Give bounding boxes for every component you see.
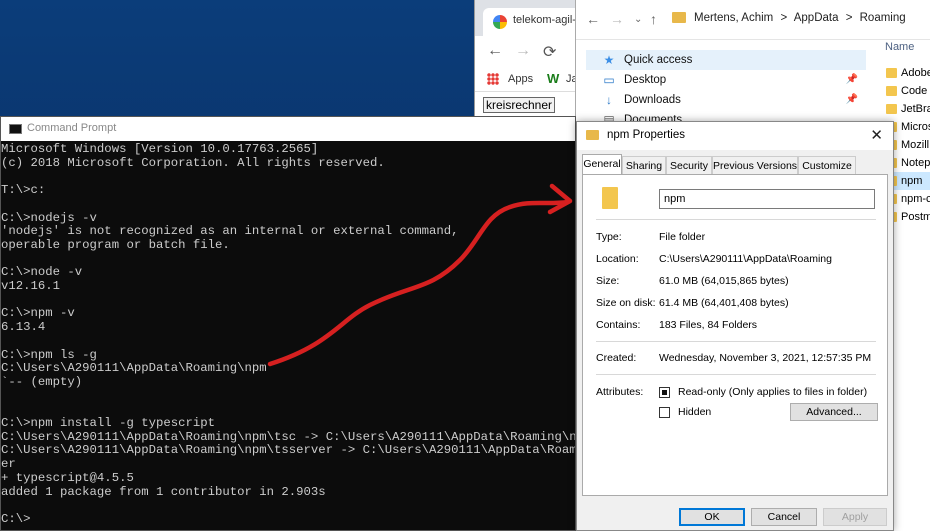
pin-icon[interactable]: 📌 xyxy=(846,94,858,105)
desktop-icon: ▭ xyxy=(603,73,615,87)
breadcrumb-sep: > xyxy=(780,12,788,24)
nav-item-label: Quick access xyxy=(624,54,693,66)
general-panel: npm Type: File folder Location: C:\Users… xyxy=(582,174,888,496)
readonly-checkbox[interactable] xyxy=(659,387,670,398)
reload-icon[interactable]: ⟳ xyxy=(543,42,556,62)
type-value: File folder xyxy=(659,231,706,243)
folder-icon xyxy=(586,130,599,140)
close-icon[interactable]: ✕ xyxy=(870,126,883,144)
up-icon[interactable]: ↑ xyxy=(650,11,657,27)
location-value: C:\Users\A290111\AppData\Roaming xyxy=(659,253,832,265)
divider xyxy=(596,219,876,220)
command-prompt-window: Command Prompt Microsoft Windows [Versio… xyxy=(0,116,576,531)
file-name: Postm xyxy=(901,211,930,223)
column-header-name[interactable]: Name xyxy=(885,41,914,53)
tab-customize[interactable]: Customize xyxy=(798,156,856,174)
breadcrumb-user[interactable]: Mertens, Achim xyxy=(694,12,773,24)
breadcrumb-appdata[interactable]: AppData xyxy=(794,12,839,24)
folder-name-field[interactable]: npm xyxy=(659,189,875,209)
browser-tab-title: telekom-agil- xyxy=(513,14,576,26)
breadcrumb-roaming[interactable]: Roaming xyxy=(860,12,906,24)
tab-security[interactable]: Security xyxy=(666,156,712,174)
readonly-label[interactable]: Read-only (Only applies to files in fold… xyxy=(678,386,867,398)
divider xyxy=(596,374,876,375)
folder-icon xyxy=(886,86,897,96)
address-bar: ← → ⌄ ↑ Mertens, Achim > AppData > Roami… xyxy=(576,0,930,40)
file-name: Adobe xyxy=(901,67,930,79)
nav-item-quick-access[interactable]: ★ Quick access xyxy=(586,50,866,70)
created-label: Created: xyxy=(596,352,637,364)
created-value: Wednesday, November 3, 2021, 12:57:35 PM xyxy=(659,352,872,364)
nav-item-desktop[interactable]: ▭ Desktop 📌 xyxy=(586,70,866,90)
file-row-code[interactable]: Code xyxy=(881,82,930,100)
breadcrumb[interactable]: Mertens, Achim > AppData > Roaming xyxy=(694,12,910,24)
cmd-output[interactable]: Microsoft Windows [Version 10.0.17763.25… xyxy=(1,141,575,527)
apply-button[interactable]: Apply xyxy=(823,508,887,526)
divider xyxy=(596,341,876,342)
attributes-label: Attributes: xyxy=(596,386,644,398)
nav-item-label: Downloads xyxy=(624,94,681,106)
download-icon: ↓ xyxy=(606,93,612,107)
cmd-titlebar[interactable]: Command Prompt xyxy=(1,117,575,141)
file-name: Notep xyxy=(901,157,930,169)
size-on-disk-label: Size on disk: xyxy=(596,297,656,309)
dialog-titlebar[interactable]: npm Properties ✕ xyxy=(577,122,893,150)
file-name: JetBrai xyxy=(901,103,930,115)
file-name: npm-c xyxy=(901,193,930,205)
size-on-disk-value: 61.4 MB (64,401,408 bytes) xyxy=(659,297,789,309)
cmd-title: Command Prompt xyxy=(27,122,117,134)
folder-icon xyxy=(602,187,618,209)
hidden-checkbox[interactable] xyxy=(659,407,670,418)
breadcrumb-sep: > xyxy=(845,12,853,24)
star-icon: ★ xyxy=(603,53,615,67)
ok-button[interactable]: OK xyxy=(679,508,745,526)
forward-icon[interactable]: → xyxy=(610,11,624,27)
page-text-kreisrechner[interactable]: kreisrechner xyxy=(483,97,556,113)
file-name: Micros xyxy=(901,121,930,133)
location-label: Location: xyxy=(596,253,639,265)
google-icon xyxy=(493,15,507,29)
back-icon[interactable]: ← xyxy=(586,11,600,27)
dialog-title: npm Properties xyxy=(607,129,685,141)
file-name: Mozill xyxy=(901,139,930,151)
cancel-button[interactable]: Cancel xyxy=(751,508,817,526)
apps-grid-icon[interactable] xyxy=(487,73,499,85)
bookmark-apps[interactable]: Apps xyxy=(508,73,533,85)
nav-item-downloads[interactable]: ↓ Downloads 📌 xyxy=(586,90,866,110)
type-label: Type: xyxy=(596,231,622,243)
file-name: Code xyxy=(901,85,928,97)
advanced-button[interactable]: Advanced... xyxy=(790,403,878,421)
file-name: npm xyxy=(901,175,923,187)
chevron-down-icon[interactable]: ⌄ xyxy=(634,14,642,25)
nav-item-label: Desktop xyxy=(624,74,667,86)
tab-general[interactable]: General xyxy=(582,154,622,175)
back-icon[interactable]: ← xyxy=(487,42,503,60)
w-bookmark-icon[interactable]: W xyxy=(547,71,559,86)
tab-previous-versions[interactable]: Previous Versions xyxy=(712,156,798,174)
properties-dialog: npm Properties ✕ General Sharing Securit… xyxy=(576,121,894,531)
folder-icon xyxy=(672,12,686,23)
cmd-icon xyxy=(9,124,22,134)
forward-icon[interactable]: → xyxy=(515,42,531,60)
size-label: Size: xyxy=(596,275,620,287)
folder-icon xyxy=(886,68,897,78)
file-row-jetbrains[interactable]: JetBrai xyxy=(881,100,930,118)
pin-icon[interactable]: 📌 xyxy=(846,74,858,85)
tab-sharing[interactable]: Sharing xyxy=(622,156,666,174)
contains-label: Contains: xyxy=(596,319,641,331)
hidden-label[interactable]: Hidden xyxy=(678,406,711,418)
folder-icon xyxy=(886,104,897,114)
file-row-adobe[interactable]: Adobe xyxy=(881,64,930,82)
size-value: 61.0 MB (64,015,865 bytes) xyxy=(659,275,789,287)
contains-value: 183 Files, 84 Folders xyxy=(659,319,758,331)
